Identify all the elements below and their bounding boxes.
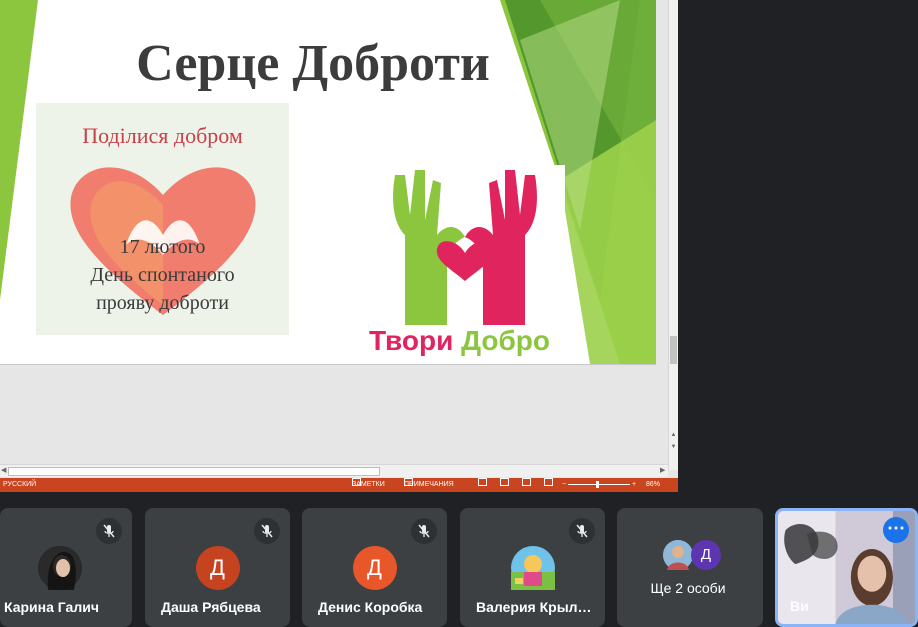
avatar-initial: Д xyxy=(195,546,240,590)
slide-title: Серце Доброти xyxy=(136,35,490,92)
scrollbar-thumb[interactable] xyxy=(8,467,380,476)
scroll-up-icon[interactable]: ▲ xyxy=(670,432,677,438)
participant-name: Карина Галич xyxy=(4,599,99,615)
scroll-right-icon[interactable]: ▶ xyxy=(660,466,665,474)
mic-off-icon xyxy=(96,518,122,544)
self-view-tile[interactable]: ⋯ Ви xyxy=(775,508,918,627)
language-indicator[interactable]: РУССКИЙ xyxy=(3,478,36,492)
participant-name: Валерия Крыл… xyxy=(476,599,592,615)
horizontal-scrollbar[interactable]: ◀ ▶ xyxy=(0,464,668,477)
image-caption-top: Поділися добром xyxy=(82,123,243,148)
zoom-slider-knob[interactable] xyxy=(596,481,599,488)
mic-off-icon xyxy=(569,518,595,544)
tvory-dobro-logo: Твори Добро xyxy=(365,165,565,363)
scroll-left-icon[interactable]: ◀ xyxy=(1,466,6,474)
avatar-initial: Д xyxy=(352,546,397,590)
more-options-icon[interactable]: ⋯ xyxy=(883,517,909,543)
avatar-photo xyxy=(38,546,82,590)
share-kindness-image: Поділися добром 17 лютого День спонтаног… xyxy=(36,103,289,335)
participant-tile[interactable]: Д Даша Рябцева xyxy=(145,508,290,627)
more-participants-label: Ще 2 особи xyxy=(650,580,726,596)
zoom-in-button[interactable]: + xyxy=(632,478,636,492)
logo-text: Твори Добро xyxy=(369,325,550,356)
powerpoint-status-bar: РУССКИЙ ЗАМЕТКИ ПРИМЕЧАНИЯ − + 86% xyxy=(0,478,678,492)
avatar-photo xyxy=(663,540,693,570)
vertical-scrollbar[interactable]: ▲ ▼ xyxy=(668,0,678,470)
image-caption-bottom: 17 лютого День спонтаного прояву доброти xyxy=(90,236,235,314)
participant-tile[interactable]: Валерия Крыл… xyxy=(460,508,605,627)
participant-tile[interactable]: Д Денис Коробка xyxy=(302,508,447,627)
zoom-level[interactable]: 86% xyxy=(646,478,660,492)
mic-off-icon xyxy=(411,518,437,544)
participant-tile[interactable]: Карина Галич xyxy=(0,508,132,627)
participant-name: Даша Рябцева xyxy=(161,599,261,615)
avatar-initial: Д xyxy=(691,540,721,570)
shared-screen: Серце Доброти Поділися добром 17 лютого … xyxy=(0,0,678,492)
presentation-slide: Серце Доброти Поділися добром 17 лютого … xyxy=(0,0,656,365)
participant-name: Денис Коробка xyxy=(318,599,423,615)
more-participants-tile[interactable]: Д Ще 2 особи xyxy=(617,508,763,627)
scroll-down-icon[interactable]: ▼ xyxy=(670,444,677,450)
scrollbar-thumb[interactable] xyxy=(670,336,677,364)
mic-off-icon xyxy=(254,518,280,544)
hands-heart-icon xyxy=(393,170,537,325)
zoom-out-button[interactable]: − xyxy=(562,478,566,492)
zoom-slider[interactable] xyxy=(568,481,630,488)
avatar-cartoon xyxy=(510,546,555,590)
self-name: Ви xyxy=(790,598,809,614)
